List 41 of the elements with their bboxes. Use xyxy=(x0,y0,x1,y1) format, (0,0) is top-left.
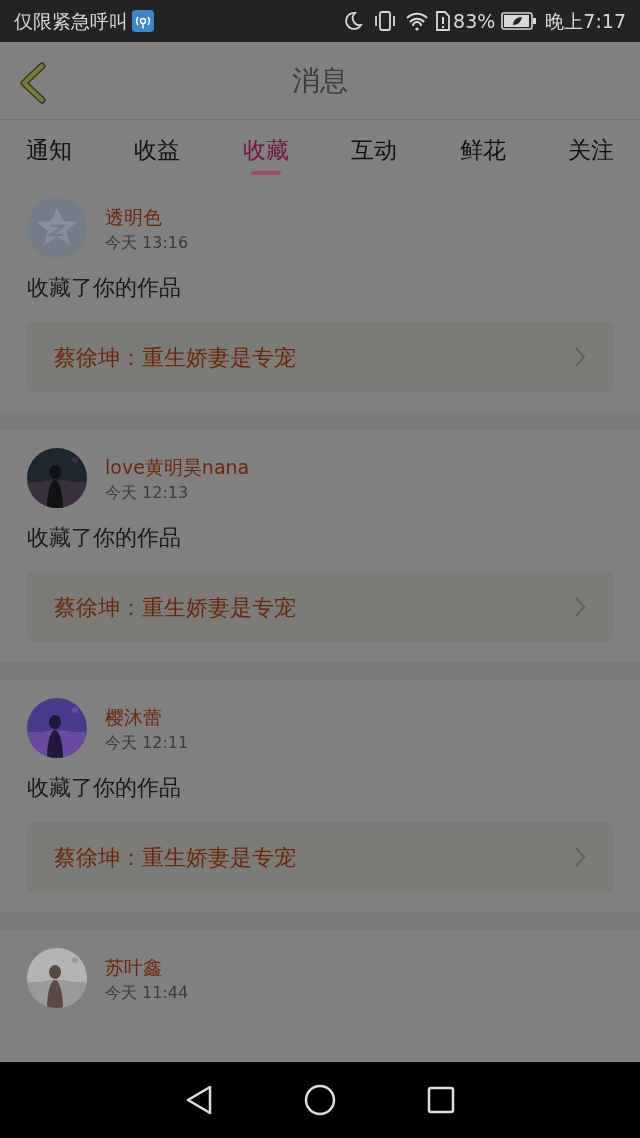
user-name[interactable]: 透明色 xyxy=(105,204,189,230)
tab[interactable]: 互动 xyxy=(351,120,398,180)
timestamp: 今天 12:11 xyxy=(105,732,189,754)
tab[interactable]: 关注 xyxy=(567,120,614,180)
back-nav-icon[interactable] xyxy=(185,1084,214,1116)
carrier-text: 仅限紧急呼叫 xyxy=(14,8,128,34)
work-link[interactable]: 蔡徐坤：重生娇妻是专宠 xyxy=(27,322,613,392)
tab[interactable]: 通知 xyxy=(26,120,72,180)
work-title: 蔡徐坤：重生娇妻是专宠 xyxy=(54,593,296,622)
work-link[interactable]: 蔡徐坤：重生娇妻是专宠 xyxy=(27,572,613,642)
timestamp: 今天 13:16 xyxy=(105,232,189,254)
vibrate-icon xyxy=(373,10,398,32)
work-link[interactable]: 蔡徐坤：重生娇妻是专宠 xyxy=(27,822,613,892)
back-icon[interactable] xyxy=(18,62,48,104)
page-title: 消息 xyxy=(292,62,348,99)
message-text: 收藏了你的作品 xyxy=(27,524,182,552)
tab[interactable]: 收藏 xyxy=(242,120,289,180)
battery-icon xyxy=(501,12,538,30)
chevron-right-icon xyxy=(574,846,586,868)
home-nav-icon[interactable] xyxy=(304,1084,336,1116)
sim-alert-icon xyxy=(435,10,452,32)
work-title: 蔡徐坤：重生娇妻是专宠 xyxy=(54,843,296,872)
default-avatar-icon xyxy=(27,198,87,258)
signal-app-icon xyxy=(132,10,154,32)
user-name[interactable]: love黄明昊nana xyxy=(105,454,250,480)
user-name[interactable]: 苏叶鑫 xyxy=(105,954,189,980)
moon-icon xyxy=(343,11,364,31)
tab[interactable]: 鲜花 xyxy=(459,120,506,180)
clock-text: 晚上7:17 xyxy=(545,8,626,34)
timestamp: 今天 11:44 xyxy=(105,982,189,1004)
chevron-right-icon xyxy=(574,596,586,618)
recents-nav-icon[interactable] xyxy=(426,1086,455,1114)
user-name[interactable]: 樱沐蕾 xyxy=(105,704,189,730)
battery-percent: 83% xyxy=(453,8,496,34)
tab[interactable]: 收益 xyxy=(134,120,181,180)
message-text: 收藏了你的作品 xyxy=(27,274,182,302)
timestamp: 今天 12:13 xyxy=(105,482,190,504)
message-text: 收藏了你的作品 xyxy=(27,774,182,802)
work-title: 蔡徐坤：重生娇妻是专宠 xyxy=(54,343,296,372)
wifi-icon xyxy=(405,11,430,31)
chevron-right-icon xyxy=(574,346,586,368)
